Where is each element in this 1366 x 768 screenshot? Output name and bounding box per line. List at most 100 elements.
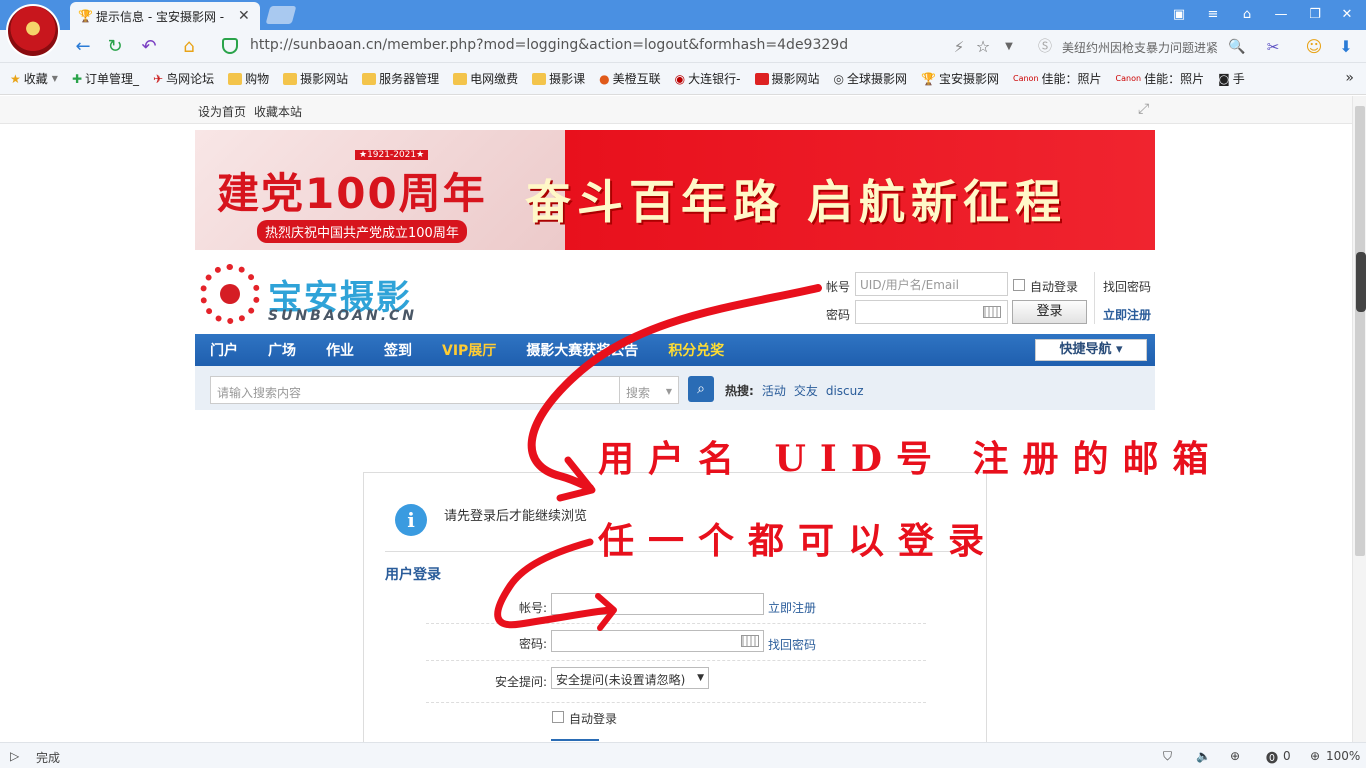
header-account-label: 帐号 — [826, 280, 851, 294]
url-field[interactable]: http://sunbaoan.cn/member.php?mod=loggin… — [250, 37, 848, 53]
shirt-icon[interactable]: ⌂ — [1236, 5, 1258, 25]
hot-link[interactable]: 活动 — [762, 384, 786, 398]
nav-portal[interactable]: 门户 — [210, 340, 238, 360]
shield-icon[interactable]: ⛉ — [1163, 749, 1172, 764]
new-tab-button[interactable] — [265, 6, 297, 24]
zoom-value[interactable]: 100% — [1326, 749, 1360, 763]
bookmark-item[interactable]: ◙ 手 — [1218, 70, 1245, 87]
annotation-line2: 任一个都可以登录 — [598, 520, 999, 562]
chevron-down-icon[interactable]: ▼ — [998, 36, 1020, 58]
smile-icon[interactable]: ☺ — [1303, 36, 1325, 58]
bookmark-item[interactable]: 🏆 宝安摄影网 — [921, 70, 999, 87]
restore-icon[interactable]: ❐ — [1304, 5, 1326, 25]
account-input[interactable] — [551, 593, 764, 615]
nav-checkin[interactable]: 签到 — [384, 340, 412, 360]
vertical-scrollbar[interactable] — [1352, 96, 1366, 742]
trophy-icon: 🏆 — [78, 9, 93, 23]
header-auto-login-checkbox[interactable] — [1013, 279, 1025, 291]
keyboard-icon[interactable] — [983, 306, 1001, 318]
password-input[interactable] — [551, 630, 764, 652]
search-icon: ⌕ — [697, 381, 705, 397]
site-logo-icon[interactable] — [200, 264, 260, 324]
main-nav: 门户 广场 作业 签到 VIP展厅 摄影大赛获奖公告 积分兑奖 快捷导航 ▾ — [195, 334, 1155, 366]
address-bar: ← ↻ ↶ ⌂ http://sunbaoan.cn/member.php?mo… — [0, 30, 1366, 63]
zoom-icon[interactable]: ⊕ — [1310, 749, 1320, 763]
bookmark-item[interactable]: 电网缴费 — [453, 70, 518, 87]
star-icon[interactable]: ☆ — [972, 36, 994, 58]
chevron-right-icon[interactable]: » — [1345, 70, 1354, 86]
search-button[interactable]: ⌕ — [688, 376, 714, 402]
login-notice: 请先登录后才能继续浏览 — [444, 509, 588, 524]
quick-nav-button[interactable]: 快捷导航 ▾ — [1035, 339, 1147, 361]
tab-active[interactable]: 🏆 提示信息 - 宝安摄影网 - ✕ — [70, 2, 260, 30]
forgot-password-link[interactable]: 找回密码 — [768, 636, 816, 653]
scroll-thumb[interactable] — [1355, 106, 1365, 556]
web-page: 设为首页 收藏本站 ⤢ 建党100周年 ★1921-2021★ 热烈庆祝中国共产… — [0, 96, 1352, 742]
bookmark-item[interactable]: 摄影网站 — [754, 70, 820, 87]
bookmark-item[interactable]: 服务器管理 — [362, 70, 439, 87]
page-number-icon[interactable]: ▣ — [1168, 5, 1190, 25]
header-password-input[interactable] — [855, 300, 1008, 324]
window-close-icon[interactable]: ✕ — [1336, 5, 1358, 25]
fullscreen-icon[interactable]: ⤢ — [1138, 101, 1149, 117]
bookmark-item[interactable]: ✚ 订单管理_ — [72, 70, 139, 87]
undo-icon[interactable]: ↶ — [138, 36, 160, 58]
lightning-icon[interactable]: ⚡ — [948, 36, 970, 58]
nav-points[interactable]: 积分兑奖 — [668, 340, 724, 360]
set-homepage-link[interactable]: 设为首页 — [198, 103, 246, 120]
red-site-icon — [754, 72, 769, 85]
menu-icon[interactable]: ≡ — [1202, 5, 1224, 25]
nav-square[interactable]: 广场 — [268, 340, 296, 360]
bookmark-item[interactable]: 购物 — [228, 70, 269, 87]
volume-icon[interactable]: 🔈 — [1196, 749, 1211, 763]
bookmark-item[interactable]: ★ 收藏 ▼ — [10, 70, 58, 87]
bookmark-item[interactable]: 摄影网站 — [283, 70, 348, 87]
auto-login-checkbox[interactable] — [552, 711, 564, 723]
hot-link[interactable]: discuz — [826, 384, 864, 398]
scissors-icon[interactable]: ✂ — [1262, 36, 1284, 58]
bookmark-site-link[interactable]: 收藏本站 — [254, 103, 302, 120]
bookmark-item[interactable]: Canon 佳能：照片 — [1013, 70, 1102, 87]
bookmarks-bar: ★ 收藏 ▼ ✚ 订单管理_ ✈ 鸟网论坛 购物 摄影网站 服务器管理 电网缴费 摄影课… — [0, 63, 1366, 95]
bookmark-item[interactable]: ● 美橙互联 — [599, 70, 661, 87]
play-icon[interactable]: ▷ — [10, 749, 19, 763]
keyboard-icon[interactable] — [741, 635, 759, 647]
minimize-icon[interactable]: — — [1270, 5, 1292, 25]
info-icon: i — [395, 504, 427, 536]
security-shield-icon[interactable] — [222, 38, 238, 54]
auto-login-label: 自动登录 — [569, 712, 618, 726]
security-question-select[interactable]: 安全提问(未设置请忽略) ▼ — [551, 667, 709, 689]
extension-icon[interactable]: ⊕ — [1230, 749, 1240, 763]
search-type-select[interactable]: 搜索 ▼ — [619, 376, 679, 404]
refresh-icon[interactable]: ↻ — [104, 36, 126, 58]
back-icon[interactable]: ← — [72, 36, 94, 58]
nav-homework[interactable]: 作业 — [326, 340, 354, 360]
counter-value: 0 — [1283, 749, 1291, 763]
apple-icon: ● — [599, 71, 610, 86]
browser-logo[interactable] — [6, 4, 60, 58]
download-icon[interactable]: ⬇ — [1335, 36, 1357, 58]
bookmark-item[interactable]: 摄影课 — [532, 70, 585, 87]
side-handle[interactable] — [1356, 252, 1366, 312]
bookmark-item[interactable]: ◎ 全球摄影网 — [834, 70, 908, 87]
close-icon[interactable]: ✕ — [238, 8, 250, 24]
folder-icon — [453, 72, 468, 85]
header-auto-login-label: 自动登录 — [1030, 280, 1079, 294]
search-input[interactable]: 请输入搜索内容 — [210, 376, 620, 404]
bookmark-item[interactable]: ✈ 鸟网论坛 — [153, 70, 214, 87]
search-icon[interactable]: 🔍 — [1226, 36, 1248, 58]
register-link[interactable]: 立即注册 — [768, 599, 816, 616]
bookmark-item[interactable]: Canon 佳能：照片 — [1116, 70, 1205, 87]
header-login-button[interactable]: 登录 — [1012, 300, 1087, 324]
header-account-input[interactable]: UID/用户名/Email — [855, 272, 1008, 296]
header-forgot-link[interactable]: 找回密码 — [1103, 278, 1151, 295]
bookmark-item[interactable]: ◉ 大连银行- — [675, 70, 741, 87]
nav-vip[interactable]: VIP展厅 — [442, 340, 496, 360]
counter-icon[interactable]: ⓿ — [1266, 749, 1278, 766]
nav-contest[interactable]: 摄影大赛获奖公告 — [526, 340, 638, 360]
header-register-link[interactable]: 立即注册 — [1103, 306, 1151, 323]
hot-link[interactable]: 交友 — [794, 384, 818, 398]
news-ticker[interactable]: 美纽约州因枪支暴力问题进紧 — [1062, 39, 1222, 56]
home-icon[interactable]: ⌂ — [178, 36, 200, 58]
trophy-icon: 🏆 — [921, 71, 936, 86]
